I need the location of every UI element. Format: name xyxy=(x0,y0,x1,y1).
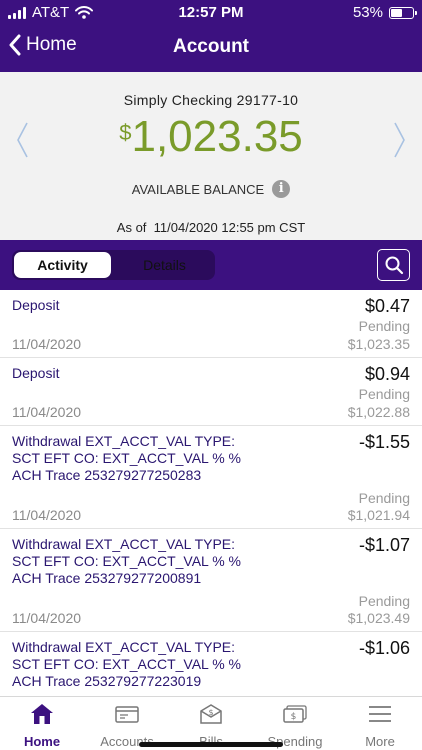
transaction-running-balance: $1,021.94 xyxy=(347,507,410,523)
battery-percent: 53% xyxy=(352,4,383,21)
search-icon xyxy=(385,256,403,275)
transaction-list: Deposit $0.47 Pending $1,023.35 11/04/2020 De… xyxy=(0,290,422,696)
svg-text:$: $ xyxy=(291,712,297,722)
battery-status: 53% xyxy=(352,4,417,21)
transaction-status: Pending xyxy=(358,593,410,609)
tab-details[interactable]: Details xyxy=(116,252,213,278)
transaction-amount: -$1.07 xyxy=(358,535,410,555)
status-bar: AT&T 12:57 PM 53% xyxy=(0,0,422,26)
activity-toolbar: Activity Details xyxy=(0,240,422,290)
home-indicator xyxy=(139,742,283,747)
account-name: Simply Checking 29177-10 xyxy=(123,92,299,108)
as-of-timestamp: As of 11/04/2020 12:55 pm CST xyxy=(0,220,422,235)
as-of-prefix: As of xyxy=(116,220,147,235)
transaction-running-balance: $1,023.49 xyxy=(347,610,410,626)
info-icon[interactable]: i xyxy=(272,180,291,198)
transaction-description: Deposit xyxy=(12,365,60,381)
transaction-date: 11/04/2020 xyxy=(12,404,82,420)
home-icon xyxy=(31,704,53,724)
back-button-label: Home xyxy=(26,34,77,55)
accounts-icon xyxy=(115,706,139,723)
transaction-amount: -$1.06 xyxy=(358,638,410,658)
transaction-description: Withdrawal EXT_ACCT_VAL TYPE: SCT EFT CO… xyxy=(12,433,241,483)
back-button[interactable]: Home xyxy=(8,34,77,56)
transaction-row[interactable]: Deposit $0.47 Pending $1,023.35 11/04/2020 xyxy=(0,290,422,358)
tab-more-label: More xyxy=(365,734,395,749)
transaction-amount: -$1.55 xyxy=(358,432,410,452)
transaction-row[interactable]: Withdrawal EXT_ACCT_VAL TYPE: SCT EFT CO… xyxy=(0,426,422,529)
available-balance-label: AVAILABLE BALANCE xyxy=(131,181,265,197)
nav-bar: Home Account xyxy=(0,28,422,68)
transaction-description: Deposit xyxy=(12,297,60,313)
tab-more[interactable]: More xyxy=(338,703,422,749)
tab-home-label: Home xyxy=(23,734,61,749)
transaction-status: Pending xyxy=(358,386,410,402)
transaction-running-balance: $1,023.35 xyxy=(347,336,410,352)
tab-home[interactable]: Home xyxy=(0,703,84,749)
transaction-amount: $0.94 xyxy=(364,364,410,384)
svg-text:$: $ xyxy=(208,708,213,717)
available-balance-row: AVAILABLE BALANCE i xyxy=(0,180,422,198)
transaction-row[interactable]: Withdrawal EXT_ACCT_VAL TYPE: SCT EFT CO… xyxy=(0,632,422,696)
transaction-running-balance: $1,022.88 xyxy=(347,404,410,420)
header: AT&T 12:57 PM 53% Home Account xyxy=(0,0,422,72)
menu-icon xyxy=(369,706,391,722)
bills-icon: $ xyxy=(200,704,222,724)
transaction-date: 11/04/2020 xyxy=(12,610,82,626)
balance-amount: $1,023.35 xyxy=(0,112,422,162)
chevron-left-icon xyxy=(9,34,21,56)
battery-icon xyxy=(389,6,417,19)
transaction-amount: $0.47 xyxy=(364,296,410,316)
currency-symbol: $ xyxy=(119,120,132,145)
as-of-value: 11/04/2020 12:55 pm CST xyxy=(153,220,306,235)
transaction-description: Withdrawal EXT_ACCT_VAL TYPE: SCT EFT CO… xyxy=(12,639,241,689)
balance-value: 1,023.35 xyxy=(131,112,303,161)
search-button[interactable] xyxy=(377,249,410,281)
transaction-status: Pending xyxy=(358,318,410,334)
transaction-date: 11/04/2020 xyxy=(12,336,82,352)
segmented-control: Activity Details xyxy=(12,250,215,280)
transaction-row[interactable]: Deposit $0.94 Pending $1,022.88 11/04/2020 xyxy=(0,358,422,426)
transaction-description: Withdrawal EXT_ACCT_VAL TYPE: SCT EFT CO… xyxy=(12,536,241,586)
spending-icon: $ xyxy=(283,705,307,723)
transaction-status: Pending xyxy=(358,490,410,506)
account-summary: Simply Checking 29177-10 $1,023.35 AVAIL… xyxy=(0,72,422,240)
tab-activity[interactable]: Activity xyxy=(14,252,111,278)
transaction-row[interactable]: Withdrawal EXT_ACCT_VAL TYPE: SCT EFT CO… xyxy=(0,529,422,632)
transaction-date: 11/04/2020 xyxy=(12,507,82,523)
